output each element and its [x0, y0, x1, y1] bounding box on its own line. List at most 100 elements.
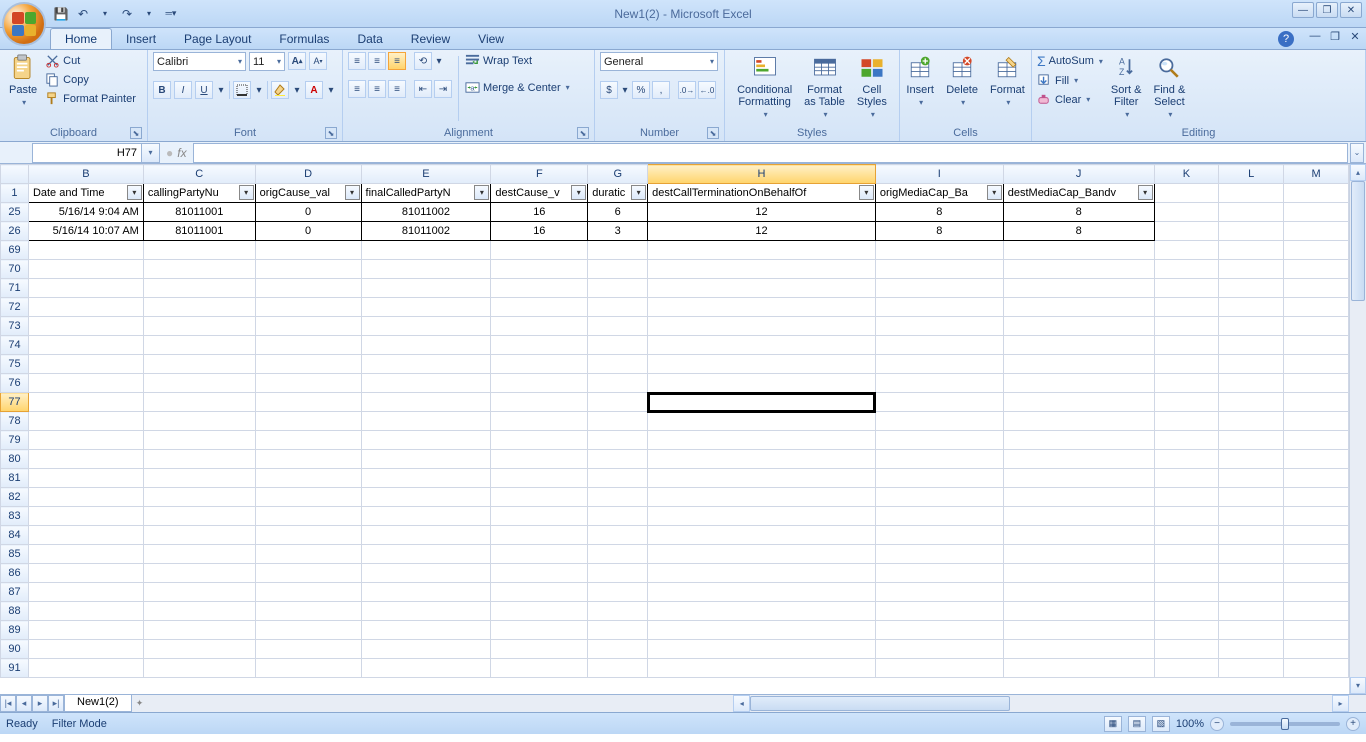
- cell-J89[interactable]: [1003, 621, 1154, 640]
- cell-M83[interactable]: [1284, 507, 1349, 526]
- header-cell-G[interactable]: duratic▾: [588, 184, 648, 203]
- filter-dropdown-I[interactable]: ▾: [987, 185, 1002, 200]
- cell-F80[interactable]: [491, 450, 588, 469]
- cell-B76[interactable]: [28, 374, 143, 393]
- cell-E79[interactable]: [361, 431, 491, 450]
- cell-F86[interactable]: [491, 564, 588, 583]
- workbook-minimize[interactable]: —: [1308, 30, 1322, 43]
- grow-font-icon[interactable]: A▴: [288, 52, 306, 70]
- number-format-combo[interactable]: General▾: [600, 52, 718, 71]
- cell-D75[interactable]: [255, 355, 361, 374]
- cell-J86[interactable]: [1003, 564, 1154, 583]
- cell-C71[interactable]: [143, 279, 255, 298]
- cell-B26[interactable]: 5/16/14 10:07 AM: [28, 222, 143, 241]
- cell-C89[interactable]: [143, 621, 255, 640]
- cell-I77[interactable]: [875, 393, 1003, 412]
- cell-L79[interactable]: [1219, 431, 1284, 450]
- cell-I70[interactable]: [875, 260, 1003, 279]
- row-header-74[interactable]: 74: [1, 336, 29, 355]
- sort-filter-button[interactable]: AZ Sort & Filter▾: [1107, 52, 1146, 121]
- cell-H88[interactable]: [648, 602, 876, 621]
- cell-M76[interactable]: [1284, 374, 1349, 393]
- row-header-84[interactable]: 84: [1, 526, 29, 545]
- last-sheet-icon[interactable]: ▸|: [48, 695, 64, 712]
- cell-J77[interactable]: [1003, 393, 1154, 412]
- minimize-button[interactable]: —: [1292, 2, 1314, 18]
- row-header-26[interactable]: 26: [1, 222, 29, 241]
- cell-J87[interactable]: [1003, 583, 1154, 602]
- cell-L72[interactable]: [1219, 298, 1284, 317]
- tab-page-layout[interactable]: Page Layout: [170, 29, 265, 49]
- cell-D25[interactable]: 0: [255, 203, 361, 222]
- cell-G74[interactable]: [588, 336, 648, 355]
- cell-D82[interactable]: [255, 488, 361, 507]
- cell-G84[interactable]: [588, 526, 648, 545]
- align-right-icon[interactable]: ≡: [388, 80, 406, 98]
- cell-B25[interactable]: 5/16/14 9:04 AM: [28, 203, 143, 222]
- cell-K85[interactable]: [1154, 545, 1219, 564]
- cell-B74[interactable]: [28, 336, 143, 355]
- cell-E78[interactable]: [361, 412, 491, 431]
- cell-E25[interactable]: 81011002: [361, 203, 491, 222]
- row-header-83[interactable]: 83: [1, 507, 29, 526]
- tab-data[interactable]: Data: [343, 29, 396, 49]
- cell-J72[interactable]: [1003, 298, 1154, 317]
- cell-J82[interactable]: [1003, 488, 1154, 507]
- select-all-corner[interactable]: [1, 165, 29, 184]
- cell-D91[interactable]: [255, 659, 361, 678]
- cell-D72[interactable]: [255, 298, 361, 317]
- cell-M84[interactable]: [1284, 526, 1349, 545]
- cell-C75[interactable]: [143, 355, 255, 374]
- cell-L83[interactable]: [1219, 507, 1284, 526]
- row-header-1[interactable]: 1: [1, 184, 29, 203]
- cell-L74[interactable]: [1219, 336, 1284, 355]
- cell-D81[interactable]: [255, 469, 361, 488]
- header-cell-C[interactable]: callingPartyNu▾: [143, 184, 255, 203]
- filter-dropdown-H[interactable]: ▾: [859, 185, 874, 200]
- cell-H69[interactable]: [648, 241, 876, 260]
- paste-button[interactable]: Paste ▾: [5, 52, 41, 109]
- cell-G85[interactable]: [588, 545, 648, 564]
- cell-H77[interactable]: [648, 393, 876, 412]
- align-middle-icon[interactable]: ≡: [368, 52, 386, 70]
- cell-I86[interactable]: [875, 564, 1003, 583]
- row-header-85[interactable]: 85: [1, 545, 29, 564]
- cell-F82[interactable]: [491, 488, 588, 507]
- cell-H82[interactable]: [648, 488, 876, 507]
- cell-K71[interactable]: [1154, 279, 1219, 298]
- autosum-button[interactable]: ΣAutoSum▾: [1037, 52, 1103, 70]
- cell-J71[interactable]: [1003, 279, 1154, 298]
- cell-F85[interactable]: [491, 545, 588, 564]
- cell-J78[interactable]: [1003, 412, 1154, 431]
- cell-I80[interactable]: [875, 450, 1003, 469]
- column-header-J[interactable]: J: [1003, 165, 1154, 184]
- font-name-combo[interactable]: Calibri▾: [153, 52, 246, 71]
- cell-J70[interactable]: [1003, 260, 1154, 279]
- cell-M72[interactable]: [1284, 298, 1349, 317]
- underline-icon[interactable]: U: [195, 81, 213, 99]
- cell-M85[interactable]: [1284, 545, 1349, 564]
- cell-G72[interactable]: [588, 298, 648, 317]
- font-size-combo[interactable]: 11▾: [249, 52, 285, 71]
- cell-E76[interactable]: [361, 374, 491, 393]
- orientation-dropdown-icon[interactable]: ▾: [434, 52, 444, 70]
- cell-C26[interactable]: 81011001: [143, 222, 255, 241]
- tab-insert[interactable]: Insert: [112, 29, 170, 49]
- cell-B88[interactable]: [28, 602, 143, 621]
- cell-E87[interactable]: [361, 583, 491, 602]
- cell-H90[interactable]: [648, 640, 876, 659]
- zoom-out-icon[interactable]: −: [1210, 717, 1224, 731]
- fill-color-dropdown-icon[interactable]: ▾: [292, 81, 302, 99]
- cell-B84[interactable]: [28, 526, 143, 545]
- cell-M89[interactable]: [1284, 621, 1349, 640]
- cell-G80[interactable]: [588, 450, 648, 469]
- cell-H79[interactable]: [648, 431, 876, 450]
- align-top-icon[interactable]: ≡: [348, 52, 366, 70]
- sheet-tab-active[interactable]: New1(2): [64, 695, 132, 712]
- cell-C90[interactable]: [143, 640, 255, 659]
- filter-dropdown-G[interactable]: ▾: [631, 185, 646, 200]
- cell-L86[interactable]: [1219, 564, 1284, 583]
- cell-H84[interactable]: [648, 526, 876, 545]
- first-sheet-icon[interactable]: |◂: [0, 695, 16, 712]
- cell-F77[interactable]: [491, 393, 588, 412]
